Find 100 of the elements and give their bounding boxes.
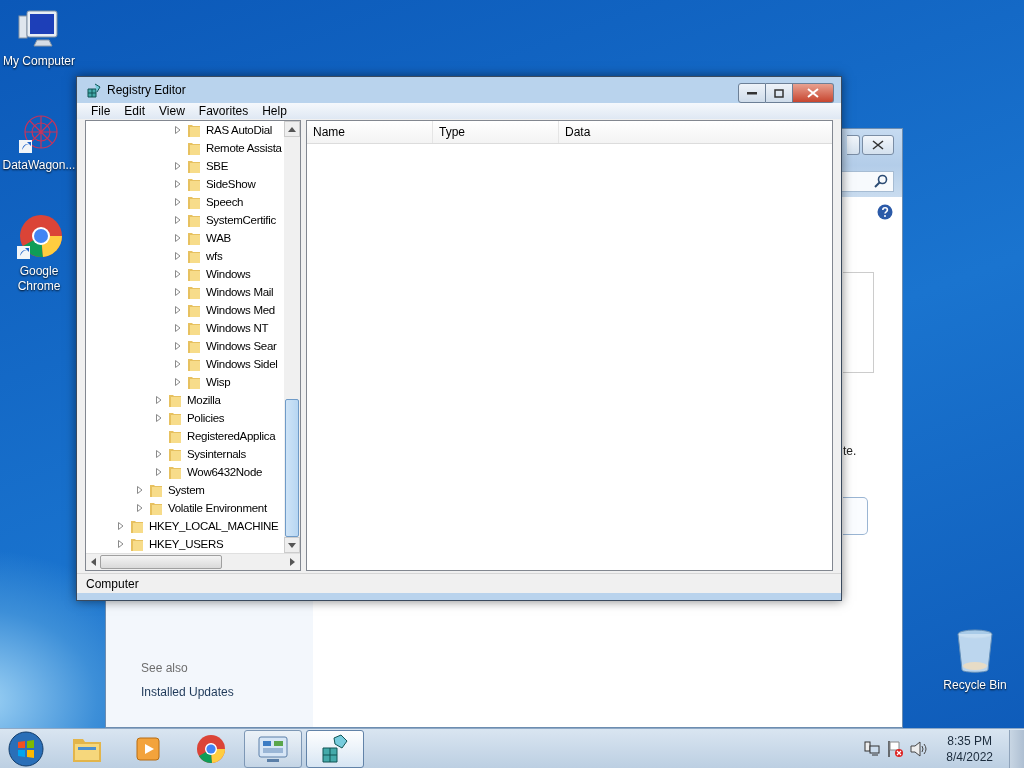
tree-item[interactable]: SystemCertific bbox=[206, 214, 276, 227]
tree-item[interactable]: Volatile Environment bbox=[168, 502, 267, 515]
folder-icon bbox=[187, 176, 201, 193]
tree-item[interactable]: Windows Med bbox=[206, 304, 275, 317]
tree-item[interactable]: Wisp bbox=[206, 376, 231, 389]
action-button[interactable] bbox=[843, 497, 868, 535]
control-panel-button[interactable] bbox=[244, 729, 302, 768]
expand-icon[interactable] bbox=[175, 270, 181, 279]
tree-item[interactable]: Speech bbox=[206, 196, 244, 209]
close-icon bbox=[872, 140, 884, 150]
folder-icon bbox=[187, 212, 201, 229]
menu-item[interactable]: Edit bbox=[117, 104, 153, 119]
desktop-icon-label[interactable]: DataWagon... bbox=[2, 158, 76, 173]
expand-icon[interactable] bbox=[156, 468, 162, 477]
folder-icon bbox=[187, 338, 201, 355]
close-button[interactable] bbox=[793, 83, 834, 103]
expand-icon[interactable] bbox=[175, 216, 181, 225]
expand-icon[interactable] bbox=[175, 360, 181, 369]
tree-item[interactable]: Windows NT bbox=[206, 322, 269, 335]
show-desktop-button[interactable] bbox=[1009, 729, 1024, 768]
tree-item[interactable]: Policies bbox=[187, 412, 225, 425]
expand-icon[interactable] bbox=[175, 234, 181, 243]
recycle-bin-icon[interactable] bbox=[955, 628, 995, 676]
tree-item[interactable]: wfs bbox=[206, 250, 223, 263]
expand-icon[interactable] bbox=[137, 486, 143, 495]
desktop-icon-label[interactable]: Google Chrome bbox=[0, 264, 78, 294]
flag-icon[interactable] bbox=[886, 739, 905, 758]
right-arrow-icon[interactable] bbox=[290, 558, 295, 567]
minimize-button[interactable] bbox=[738, 83, 766, 103]
expand-icon[interactable] bbox=[156, 450, 162, 459]
tree-item[interactable]: Wow6432Node bbox=[187, 466, 263, 479]
tree-item[interactable]: Windows Sear bbox=[206, 340, 277, 353]
restore-button[interactable] bbox=[847, 135, 860, 155]
folder-icon bbox=[187, 356, 201, 373]
tree-item[interactable]: Windows Sidel bbox=[206, 358, 278, 371]
expand-icon[interactable] bbox=[175, 162, 181, 171]
down-arrow-icon[interactable] bbox=[288, 542, 296, 548]
tree-item[interactable]: Mozilla bbox=[187, 394, 221, 407]
folder-icon bbox=[168, 392, 182, 409]
tree-item[interactable]: HKEY_USERS bbox=[149, 538, 224, 551]
start-button[interactable] bbox=[8, 730, 44, 767]
folder-icon bbox=[168, 410, 182, 427]
expand-icon[interactable] bbox=[175, 126, 181, 135]
expand-icon[interactable] bbox=[175, 288, 181, 297]
folder-icon bbox=[168, 464, 182, 481]
registry-icon bbox=[320, 733, 350, 764]
expand-icon[interactable] bbox=[175, 378, 181, 387]
left-arrow-icon[interactable] bbox=[91, 558, 96, 567]
close-button[interactable] bbox=[862, 135, 894, 155]
speaker-icon[interactable] bbox=[910, 740, 929, 757]
folder-icon bbox=[187, 140, 201, 157]
expand-icon[interactable] bbox=[175, 198, 181, 207]
registry-editor-button[interactable] bbox=[306, 729, 364, 768]
tree-item[interactable]: HKEY_LOCAL_MACHINE bbox=[149, 520, 279, 533]
tree-item[interactable]: Sysinternals bbox=[187, 448, 247, 461]
folder-icon bbox=[130, 536, 144, 553]
expand-icon[interactable] bbox=[137, 504, 143, 513]
expand-icon[interactable] bbox=[118, 522, 124, 531]
menu-item[interactable]: File bbox=[84, 104, 118, 119]
folder-icon bbox=[168, 428, 182, 445]
folder-icon bbox=[168, 446, 182, 463]
desktop-icon-label[interactable]: Recycle Bin bbox=[943, 678, 1007, 693]
column-header[interactable]: Name bbox=[307, 121, 433, 144]
maximize-button[interactable] bbox=[766, 83, 793, 103]
chrome-icon bbox=[196, 733, 226, 764]
search-field[interactable] bbox=[842, 170, 894, 192]
expand-icon[interactable] bbox=[175, 180, 181, 189]
expand-icon[interactable] bbox=[118, 540, 124, 549]
tree-item[interactable]: WAB bbox=[206, 232, 231, 245]
expand-icon[interactable] bbox=[156, 414, 162, 423]
chrome-icon[interactable] bbox=[15, 214, 63, 262]
expand-icon[interactable] bbox=[175, 306, 181, 315]
tree-item[interactable]: System bbox=[168, 484, 205, 497]
task-link[interactable]: Installed Updates bbox=[141, 685, 313, 699]
help-icon[interactable] bbox=[877, 204, 893, 220]
expand-icon[interactable] bbox=[156, 396, 162, 405]
tree-item[interactable]: SBE bbox=[206, 160, 229, 173]
menu-item[interactable]: View bbox=[152, 104, 192, 119]
vertical-scrollbar[interactable] bbox=[284, 121, 300, 554]
folder-icon bbox=[187, 374, 201, 391]
clock[interactable]: 8:35 PM 8/4/2022 bbox=[946, 732, 993, 765]
tree-item[interactable]: Remote Assista bbox=[206, 142, 282, 155]
column-header[interactable]: Type bbox=[433, 121, 559, 144]
tree-item[interactable]: Windows bbox=[206, 268, 251, 281]
tree-item[interactable]: RegisteredApplica bbox=[187, 430, 276, 443]
tree-item[interactable]: RAS AutoDial bbox=[206, 124, 273, 137]
network-icon[interactable] bbox=[864, 740, 881, 757]
column-header[interactable]: Data bbox=[559, 121, 832, 144]
menu-item[interactable]: Favorites bbox=[191, 104, 256, 119]
window-title: Registry Editor bbox=[107, 83, 186, 97]
menu-item[interactable]: Help bbox=[255, 104, 294, 119]
tree-item[interactable]: SideShow bbox=[206, 178, 256, 191]
horizontal-scrollbar[interactable] bbox=[86, 553, 300, 571]
desktop-icon-label[interactable]: My Computer bbox=[3, 54, 75, 69]
network-icon[interactable] bbox=[17, 112, 61, 156]
up-arrow-icon[interactable] bbox=[288, 126, 296, 132]
expand-icon[interactable] bbox=[175, 252, 181, 261]
expand-icon[interactable] bbox=[175, 342, 181, 351]
expand-icon[interactable] bbox=[175, 324, 181, 333]
tree-item[interactable]: Windows Mail bbox=[206, 286, 274, 299]
